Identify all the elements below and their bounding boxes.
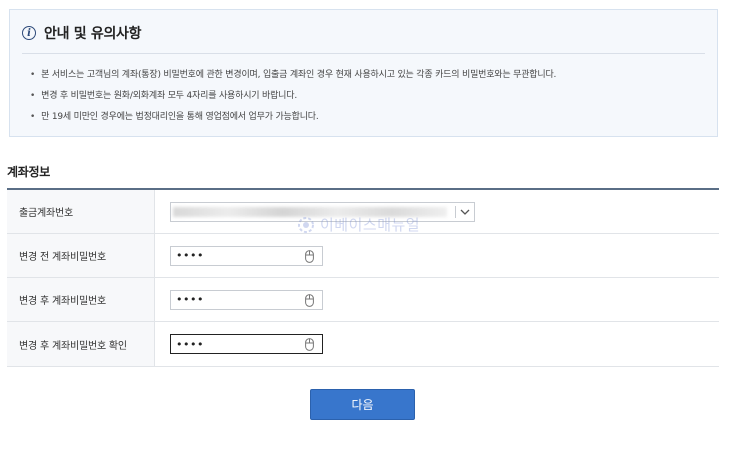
new-pw-cell: •••• xyxy=(155,278,719,321)
info-icon: i xyxy=(22,26,36,40)
current-pw-label: 변경 전 계좌비밀번호 xyxy=(7,234,155,277)
account-row: 출금계좌번호 xyxy=(7,190,719,234)
notice-item: 변경 후 비밀번호는 원화/외화계좌 모두 4자리를 사용하시기 바랍니다. xyxy=(30,89,556,110)
confirm-pw-value: •••• xyxy=(176,337,204,351)
account-label: 출금계좌번호 xyxy=(7,190,155,233)
account-select[interactable] xyxy=(170,201,475,222)
notice-item: 본 서비스는 고객님의 계좌(통장) 비밀번호에 관한 변경이며, 입출금 계좌… xyxy=(30,68,556,89)
notice-title: 안내 및 유의사항 xyxy=(44,26,142,42)
new-pw-label: 변경 후 계좌비밀번호 xyxy=(7,278,155,321)
mouse-icon[interactable] xyxy=(305,338,314,351)
new-pw-row: 변경 후 계좌비밀번호 •••• xyxy=(7,278,719,322)
account-cell xyxy=(155,190,719,233)
notice-divider xyxy=(22,53,705,54)
notice-header: i 안내 및 유의사항 xyxy=(22,23,142,43)
notice-list: 본 서비스는 고객님의 계좌(통장) 비밀번호에 관한 변경이며, 입출금 계좌… xyxy=(30,68,556,131)
section-title: 계좌정보 xyxy=(7,165,50,179)
account-select-value-blurred xyxy=(173,206,447,217)
notice-item: 만 19세 미만인 경우에는 법정대리인을 통해 영업점에서 업무가 가능합니다… xyxy=(30,110,556,131)
account-form: 출금계좌번호 변경 전 계좌비밀번호 •••• 변경 후 계좌비밀번호 ••••… xyxy=(7,188,719,367)
new-pw-input[interactable]: •••• xyxy=(170,289,323,310)
next-button[interactable]: 다음 xyxy=(310,389,415,420)
current-pw-row: 변경 전 계좌비밀번호 •••• xyxy=(7,234,719,278)
chevron-down-icon[interactable] xyxy=(456,209,474,215)
confirm-pw-row: 변경 후 계좌비밀번호 확인 •••• xyxy=(7,322,719,367)
confirm-pw-cell: •••• xyxy=(155,322,719,366)
mouse-icon[interactable] xyxy=(305,249,314,263)
current-pw-value: •••• xyxy=(176,249,204,262)
current-pw-cell: •••• xyxy=(155,234,719,277)
confirm-pw-input[interactable]: •••• xyxy=(170,334,323,354)
mouse-icon[interactable] xyxy=(305,293,314,307)
confirm-pw-label: 변경 후 계좌비밀번호 확인 xyxy=(7,322,155,366)
notice-box: i 안내 및 유의사항 본 서비스는 고객님의 계좌(통장) 비밀번호에 관한 … xyxy=(9,9,718,137)
current-pw-input[interactable]: •••• xyxy=(170,245,323,266)
new-pw-value: •••• xyxy=(176,293,204,306)
